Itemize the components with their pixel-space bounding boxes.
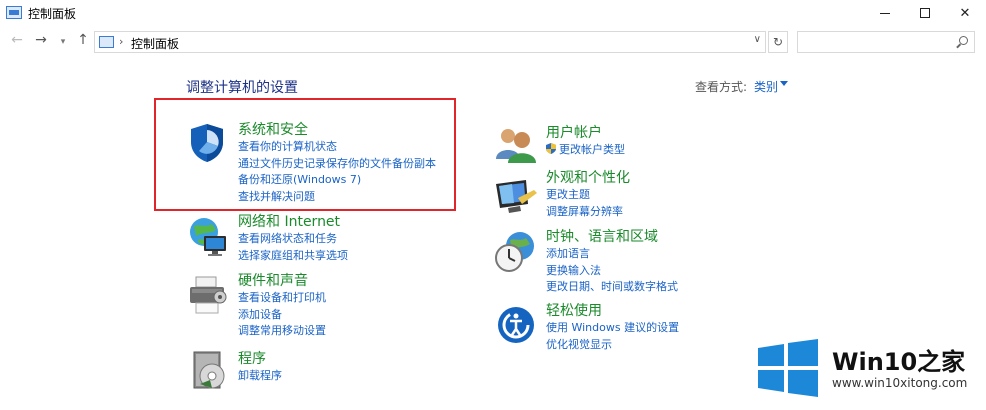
title-bar: 控制面板 ✕ xyxy=(0,0,986,26)
address-dropdown-chevron-icon[interactable]: ∨ xyxy=(754,34,761,45)
category-title-system-security[interactable]: 系统和安全 xyxy=(238,121,436,139)
link-network-status[interactable]: 查看网络状态和任务 xyxy=(238,231,348,248)
close-icon: ✕ xyxy=(959,5,971,21)
maximize-icon xyxy=(920,8,930,18)
category-title-clock-region[interactable]: 时钟、语言和区域 xyxy=(546,228,678,246)
watermark: Win10之家 www.win10xitong.com xyxy=(752,336,986,410)
up-arrow-icon[interactable]: ↑ xyxy=(74,32,92,48)
link-change-theme[interactable]: 更改主题 xyxy=(546,187,630,204)
watermark-url: www.win10xitong.com xyxy=(832,376,968,390)
page-title: 调整计算机的设置 xyxy=(186,80,298,96)
link-uninstall-program[interactable]: 卸载程序 xyxy=(238,368,282,385)
category-hardware-sound: 硬件和声音 查看设备和打印机 添加设备 调整常用移动设置 xyxy=(238,272,326,340)
back-arrow-icon[interactable]: ← xyxy=(8,32,26,48)
window-title: 控制面板 xyxy=(28,7,77,21)
link-view-computer-status[interactable]: 查看你的计算机状态 xyxy=(238,139,436,156)
category-ease-of-access: 轻松使用 使用 Windows 建议的设置 优化视觉显示 xyxy=(546,302,679,353)
view-by-caret-icon[interactable] xyxy=(780,81,788,86)
category-network: 网络和 Internet 查看网络状态和任务 选择家庭组和共享选项 xyxy=(238,213,348,264)
link-add-device[interactable]: 添加设备 xyxy=(238,307,326,324)
category-title-hardware-sound[interactable]: 硬件和声音 xyxy=(238,272,326,290)
link-devices-printers[interactable]: 查看设备和打印机 xyxy=(238,290,326,307)
minimize-icon xyxy=(880,12,890,14)
navigation-bar: ← → ▾ ↑ › 控制面板 ∨ ↻ xyxy=(0,28,986,56)
printer-icon[interactable] xyxy=(186,273,232,317)
refresh-icon: ↻ xyxy=(772,35,784,49)
watermark-brand: Win10之家 xyxy=(832,348,966,376)
link-troubleshoot[interactable]: 查找并解决问题 xyxy=(238,189,436,206)
category-system-security: 系统和安全 查看你的计算机状态 通过文件历史记录保存你的文件备份副本 备份和还原… xyxy=(238,121,436,205)
category-title-appearance[interactable]: 外观和个性化 xyxy=(546,169,630,187)
link-optimize-visual-display[interactable]: 优化视觉显示 xyxy=(546,337,679,354)
close-button[interactable]: ✕ xyxy=(942,0,986,26)
recent-locations-chevron-icon[interactable]: ▾ xyxy=(54,37,72,47)
appearance-monitor-icon[interactable] xyxy=(494,178,538,214)
link-file-history-backup[interactable]: 通过文件历史记录保存你的文件备份副本 xyxy=(238,156,436,173)
category-title-ease-of-access[interactable]: 轻松使用 xyxy=(546,302,679,320)
link-backup-restore[interactable]: 备份和还原(Windows 7) xyxy=(238,172,436,189)
view-by-dropdown[interactable]: 类别 xyxy=(754,78,778,95)
shield-icon[interactable] xyxy=(186,122,228,164)
clock-globe-icon[interactable] xyxy=(494,230,538,274)
link-screen-resolution[interactable]: 调整屏幕分辨率 xyxy=(546,204,630,221)
category-programs: 程序 卸载程序 xyxy=(238,350,282,385)
link-change-account-type-label: 更改帐户类型 xyxy=(559,143,625,156)
refresh-button[interactable]: ↻ xyxy=(768,31,788,53)
search-icon xyxy=(959,36,968,45)
link-date-time-format[interactable]: 更改日期、时间或数字格式 xyxy=(546,279,678,296)
address-bar[interactable]: › 控制面板 ∨ xyxy=(94,31,766,53)
category-title-network[interactable]: 网络和 Internet xyxy=(238,213,348,231)
category-user-accounts: 用户帐户 更改帐户类型 xyxy=(546,124,625,159)
programs-disc-icon[interactable] xyxy=(190,350,230,392)
forward-arrow-icon[interactable]: → xyxy=(32,32,50,48)
category-clock-region: 时钟、语言和区域 添加语言 更换输入法 更改日期、时间或数字格式 xyxy=(546,228,678,296)
windows-logo-icon xyxy=(758,339,818,397)
ease-of-access-icon[interactable] xyxy=(496,305,536,345)
category-title-user-accounts[interactable]: 用户帐户 xyxy=(546,124,625,142)
view-by-label: 查看方式: xyxy=(695,80,748,94)
link-mobility-settings[interactable]: 调整常用移动设置 xyxy=(238,323,326,340)
uac-shield-icon xyxy=(546,143,556,154)
link-windows-suggested-settings[interactable]: 使用 Windows 建议的设置 xyxy=(546,320,679,337)
control-panel-icon xyxy=(99,36,114,48)
link-change-account-type[interactable]: 更改帐户类型 xyxy=(546,142,625,159)
link-change-input-method[interactable]: 更换输入法 xyxy=(546,263,678,280)
control-panel-icon xyxy=(6,6,22,19)
breadcrumb-control-panel[interactable]: 控制面板 xyxy=(131,35,179,52)
search-input[interactable] xyxy=(797,31,975,53)
breadcrumb-separator: › xyxy=(119,35,124,48)
network-globe-icon[interactable] xyxy=(186,214,230,258)
link-homegroup-sharing[interactable]: 选择家庭组和共享选项 xyxy=(238,248,348,265)
category-appearance: 外观和个性化 更改主题 调整屏幕分辨率 xyxy=(546,169,630,220)
link-add-language[interactable]: 添加语言 xyxy=(546,246,678,263)
user-accounts-icon[interactable] xyxy=(494,125,538,163)
category-title-programs[interactable]: 程序 xyxy=(238,350,282,368)
